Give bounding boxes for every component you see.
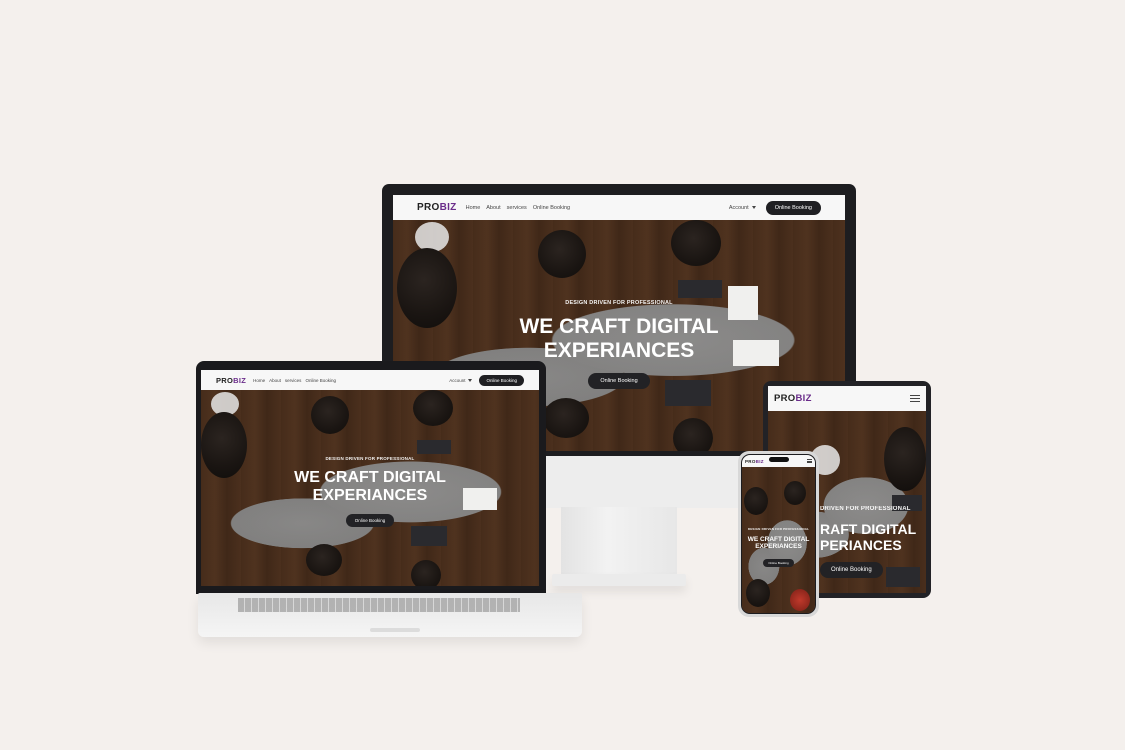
nav-online-booking-button[interactable]: Online Booking bbox=[479, 374, 524, 386]
hero-tagline: DESIGN DRIVEN FOR PROFESSIONAL bbox=[747, 527, 810, 531]
decor-person bbox=[746, 579, 770, 607]
monitor-stand bbox=[561, 507, 677, 583]
decor-person bbox=[673, 418, 713, 451]
decor-person bbox=[744, 487, 768, 515]
decor-laptop bbox=[411, 526, 447, 546]
hamburger-menu-icon[interactable] bbox=[910, 395, 920, 402]
hero-booking-button[interactable]: Online Booking bbox=[345, 513, 395, 527]
phone-notch bbox=[769, 457, 789, 462]
decor-laptop bbox=[417, 440, 451, 454]
nav-link-services[interactable]: services bbox=[285, 378, 302, 383]
hero-headline: WE CRAFT DIGITAL EXPERIANCES bbox=[747, 536, 810, 551]
nav-link-online-booking[interactable]: Online Booking bbox=[533, 205, 570, 211]
chevron-down-icon bbox=[468, 378, 473, 382]
chevron-down-icon bbox=[751, 206, 756, 209]
phone-screen: PROBIZ DESIGN DRIVEN FOR PROFESSIONAL WE… bbox=[742, 455, 815, 613]
hero-headline: RAFT DIGITAL PERIANCES bbox=[820, 521, 917, 554]
hero-tagline: DESIGN DRIVEN FOR PROFESSIONAL bbox=[565, 300, 673, 306]
hero-content: DRIVEN FOR PROFESSIONAL RAFT DIGITAL PER… bbox=[820, 506, 926, 579]
logo[interactable]: PROBIZ bbox=[417, 202, 457, 213]
hero-content: DESIGN DRIVEN FOR PROFESSIONAL WE CRAFT … bbox=[201, 456, 539, 527]
hero-booking-button[interactable]: Online Booking bbox=[763, 558, 794, 567]
nav-link-about[interactable]: About bbox=[486, 205, 500, 211]
navbar: PROBIZ Home About services Online Bookin… bbox=[201, 370, 539, 390]
hero-content: DESIGN DRIVEN FOR PROFESSIONAL WE CRAFT … bbox=[742, 527, 815, 569]
decor-chair bbox=[415, 222, 449, 252]
hero-section: DESIGN DRIVEN FOR PROFESSIONAL WE CRAFT … bbox=[201, 390, 539, 586]
nav-links: Home About services Online Booking bbox=[253, 378, 336, 383]
logo[interactable]: PROBIZ bbox=[745, 459, 764, 464]
monitor-base bbox=[552, 574, 686, 586]
decor-person bbox=[543, 398, 589, 438]
decor-person bbox=[884, 427, 926, 491]
decor-person bbox=[538, 230, 586, 278]
nav-online-booking-button[interactable]: Online Booking bbox=[765, 200, 821, 215]
logo[interactable]: PROBIZ bbox=[216, 376, 246, 385]
decor-person bbox=[671, 220, 721, 266]
hero-booking-button[interactable]: Online Booking bbox=[820, 562, 883, 579]
decor-person bbox=[790, 589, 810, 611]
navbar: PROBIZ bbox=[768, 386, 926, 411]
decor-person bbox=[306, 544, 342, 576]
nav-link-services[interactable]: services bbox=[507, 205, 527, 211]
nav-link-home[interactable]: Home bbox=[466, 205, 481, 211]
decor-person bbox=[311, 396, 349, 434]
account-dropdown[interactable]: Account bbox=[449, 378, 473, 383]
hero-booking-button[interactable]: Online Booking bbox=[588, 373, 650, 390]
hero-tagline: DESIGN DRIVEN FOR PROFESSIONAL bbox=[325, 456, 415, 461]
hero-tagline: DRIVEN FOR PROFESSIONAL bbox=[820, 506, 911, 512]
nav-link-about[interactable]: About bbox=[269, 378, 281, 383]
hero-headline: WE CRAFT DIGITAL EXPERIANCES bbox=[519, 315, 719, 363]
hamburger-menu-icon[interactable] bbox=[807, 459, 812, 463]
nav-link-online-booking[interactable]: Online Booking bbox=[305, 378, 336, 383]
nav-links: Home About services Online Booking bbox=[466, 205, 571, 211]
account-dropdown[interactable]: Account bbox=[729, 205, 756, 211]
laptop-trackpad bbox=[370, 628, 420, 632]
hero-section: DESIGN DRIVEN FOR PROFESSIONAL WE CRAFT … bbox=[742, 467, 815, 613]
hero-headline: WE CRAFT DIGITAL EXPERIANCES bbox=[294, 469, 446, 505]
nav-link-home[interactable]: Home bbox=[253, 378, 265, 383]
logo[interactable]: PROBIZ bbox=[774, 393, 812, 404]
navbar: PROBIZ Home About services Online Bookin… bbox=[393, 195, 845, 220]
decor-person bbox=[413, 390, 453, 426]
decor-person bbox=[411, 560, 441, 586]
decor-person bbox=[784, 481, 806, 505]
laptop-keyboard bbox=[238, 598, 520, 612]
decor-laptop bbox=[678, 280, 722, 298]
laptop-screen: PROBIZ Home About services Online Bookin… bbox=[201, 370, 539, 586]
